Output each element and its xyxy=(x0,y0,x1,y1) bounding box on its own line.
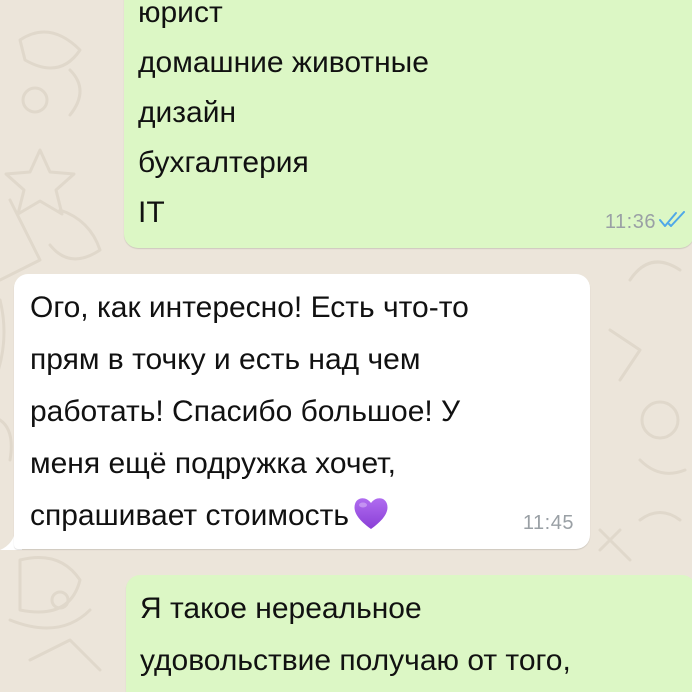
outgoing-message-bubble[interactable]: Я такое нереальное удовольствие получаю … xyxy=(126,575,692,692)
outgoing-message-bubble[interactable]: юрист домашние животные дизайн бухгалтер… xyxy=(124,0,692,248)
message-text-line: удовольствие получаю от того, xyxy=(140,644,571,677)
message-text-line: бухгалтерия xyxy=(138,146,309,179)
message-text-line: прям в точку и есть над чем xyxy=(30,343,421,376)
message-timestamp: 11:45 xyxy=(522,512,574,534)
message-timestamp: 11:36 xyxy=(604,211,656,233)
message-text-line: дизайн xyxy=(138,96,237,129)
message-text-line: Я такое нереальное xyxy=(140,592,422,625)
purple-heart-icon xyxy=(354,498,388,529)
message-text-line-with-emoji: спрашивает стоимость xyxy=(30,490,590,542)
incoming-message-bubble[interactable]: Ого, как интересно! Есть что-то прям в т… xyxy=(14,274,590,549)
message-text-line: Ого, как интересно! Есть что-то xyxy=(30,291,469,324)
message-text-line: работать! Спасибо большое! У xyxy=(30,395,461,428)
message-text-line: домашние животные xyxy=(138,46,429,79)
message-text-line: меня ещё подружка хочет, xyxy=(30,447,396,480)
message-text-line: юрист xyxy=(138,0,223,29)
double-check-icon xyxy=(658,211,686,233)
message-text: спрашивает стоимость xyxy=(30,499,350,532)
